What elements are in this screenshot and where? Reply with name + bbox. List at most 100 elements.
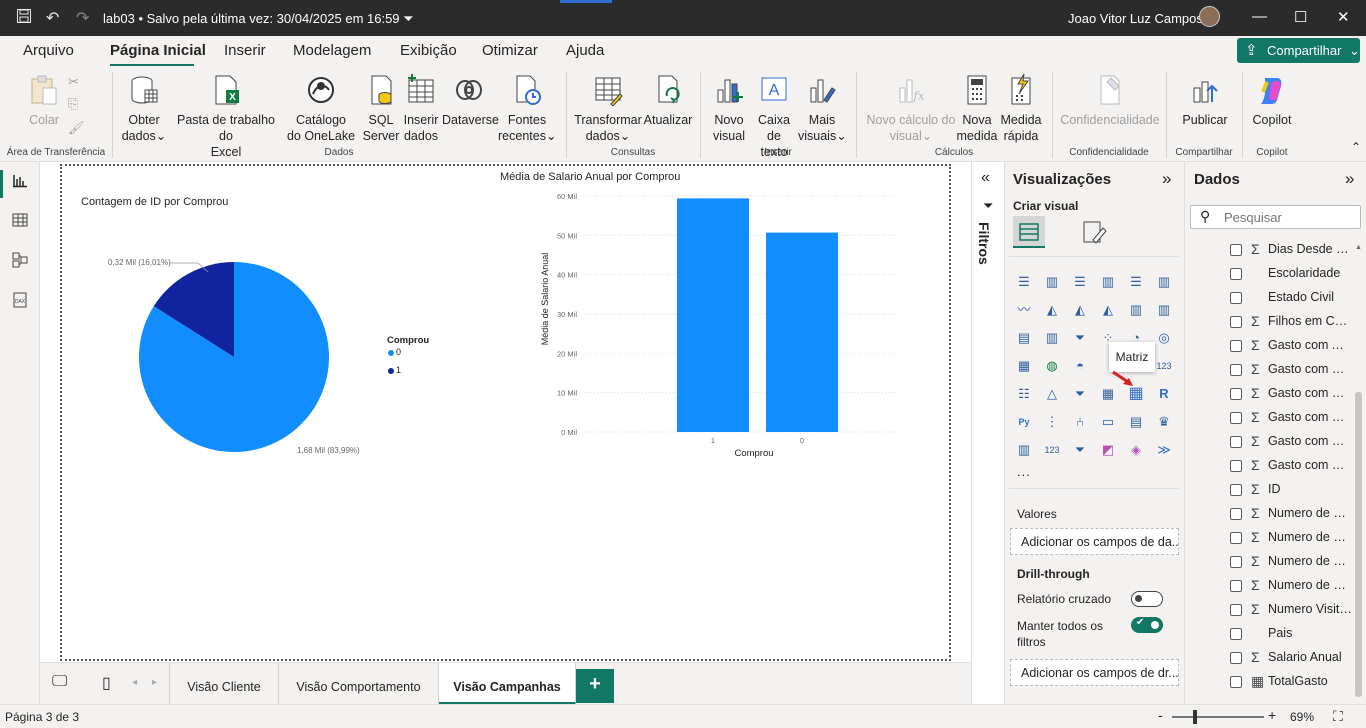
sensitivity-button[interactable]: Confidencialidade [1058, 74, 1162, 128]
python-visual-icon[interactable]: Py [1014, 412, 1034, 432]
zoom-in-button[interactable]: + [1268, 707, 1276, 723]
field-checkbox[interactable] [1230, 292, 1242, 304]
key-influencers-icon[interactable]: ⋮ [1042, 412, 1062, 432]
data-search-box[interactable]: ⚲ Pesquisar [1190, 205, 1361, 229]
slicer-icon[interactable]: ⏷ [1070, 384, 1090, 404]
cross-report-toggle[interactable] [1131, 591, 1163, 607]
100-area-icon[interactable]: ◭ [1098, 300, 1118, 320]
field-checkbox[interactable] [1230, 580, 1242, 592]
redo-icon[interactable]: ↷ [76, 8, 89, 28]
mobile-layout-icon[interactable]: ▯ [102, 673, 111, 693]
page-tab-visao-cliente[interactable]: Visão Cliente [169, 663, 279, 705]
build-visual-tab[interactable] [1013, 216, 1045, 248]
more-visuals-button[interactable]: Mais visuais⌄ [798, 74, 847, 144]
new-visual-calculation-button[interactable]: fx Novo cálculo do visual⌄ [864, 74, 958, 144]
r-visual-icon[interactable]: R [1154, 384, 1174, 404]
field-checkbox[interactable] [1230, 508, 1242, 520]
user-name[interactable]: Joao Vitor Luz Campos [1068, 11, 1203, 26]
field-checkbox[interactable] [1230, 484, 1242, 496]
field-checkbox[interactable] [1230, 412, 1242, 424]
collapse-visualizations-icon[interactable]: » [1162, 169, 1171, 189]
expand-filters-icon[interactable]: « [981, 169, 990, 187]
close-icon[interactable]: ✕ [1337, 8, 1350, 26]
bar[interactable] [677, 198, 749, 432]
recent-sources-button[interactable]: Fontes recentes⌄ [498, 74, 556, 144]
donut-icon[interactable]: ◎ [1154, 328, 1174, 348]
stacked-bar-icon[interactable]: ☰ [1014, 272, 1034, 292]
button-slicer-icon[interactable]: ⏷ [1070, 440, 1090, 460]
get-data-button[interactable]: Obter dados⌄ [120, 74, 168, 144]
field-name[interactable]: Gasto com Ele... [1268, 386, 1352, 406]
zoom-level[interactable]: 69% [1290, 710, 1314, 724]
decomposition-tree-icon[interactable]: ⑃ [1070, 412, 1090, 432]
transform-data-button[interactable]: Transformar dados⌄ [574, 74, 642, 144]
trophy-icon[interactable]: ♛ [1154, 412, 1174, 432]
field-checkbox[interactable] [1230, 436, 1242, 448]
field-name[interactable]: Numero de C... [1268, 530, 1352, 550]
field-name[interactable]: Gasto com Ve... [1268, 458, 1352, 478]
bar-chart[interactable]: 0 Mil 10 Mil 20 Mil 30 Mil 40 Mil 50 Mil 60 Mi… [495, 187, 895, 467]
waterfall-icon[interactable]: ▥ [1042, 328, 1062, 348]
field-checkbox[interactable] [1230, 604, 1242, 616]
zoom-slider-track[interactable] [1172, 716, 1264, 718]
field-checkbox[interactable] [1230, 364, 1242, 376]
copilot-button[interactable]: Copilot [1248, 74, 1296, 128]
add-page-button[interactable]: + [576, 669, 614, 703]
ribbon-chart-icon[interactable]: ▤ [1014, 328, 1034, 348]
collapse-data-icon[interactable]: » [1345, 169, 1354, 189]
field-checkbox[interactable] [1230, 460, 1242, 472]
field-name[interactable]: Numero de C... [1268, 506, 1352, 526]
field-checkbox[interactable] [1230, 268, 1242, 280]
treemap-icon[interactable]: ▦ [1014, 356, 1034, 376]
field-checkbox[interactable] [1230, 628, 1242, 640]
field-name[interactable]: Numero Visita... [1268, 602, 1352, 622]
100-bar-icon[interactable]: ☰ [1126, 272, 1146, 292]
field-name[interactable]: Numero de C... [1268, 578, 1352, 598]
multi-row-card-icon[interactable]: ☷ [1014, 384, 1034, 404]
clustered-column-icon[interactable]: ▥ [1098, 272, 1118, 292]
100-column-icon[interactable]: ▥ [1154, 272, 1174, 292]
field-name[interactable]: Estado Civil [1268, 290, 1352, 310]
pie-chart[interactable] [100, 242, 360, 472]
card-new-icon[interactable]: 123 [1042, 440, 1062, 460]
copy-icon[interactable]: ⎘ [68, 96, 78, 112]
field-name[interactable]: Dias Desde Ul... [1268, 242, 1352, 262]
field-name[interactable]: TotalGasto [1268, 674, 1352, 694]
kpi-icon[interactable]: △ [1042, 384, 1062, 404]
more-visuals-icon[interactable]: ... [1017, 464, 1031, 479]
clustered-bar-icon[interactable]: ☰ [1070, 272, 1090, 292]
quick-measure-button[interactable]: Medida rápida [998, 74, 1044, 144]
report-view-icon[interactable] [10, 172, 30, 192]
field-name[interactable]: Pais [1268, 626, 1352, 646]
desktop-layout-icon[interactable]: 🖵 [52, 673, 67, 691]
sql-server-button[interactable]: SQL Server [362, 74, 400, 144]
tab-arquivo[interactable]: Arquivo [23, 42, 74, 59]
onelake-catalog-button[interactable]: Catálogo do OneLake [282, 74, 360, 144]
new-visual-button[interactable]: Novo visual [708, 74, 750, 144]
field-checkbox[interactable] [1230, 340, 1242, 352]
paste-button[interactable]: Colar [26, 74, 62, 128]
tab-ajuda[interactable]: Ajuda [566, 42, 604, 59]
field-checkbox[interactable] [1230, 676, 1242, 688]
map-icon[interactable]: ◍ [1042, 356, 1062, 376]
scroll-left-icon[interactable]: ◂ [132, 677, 137, 688]
stacked-area-icon[interactable]: ◭ [1070, 300, 1090, 320]
maximize-icon[interactable]: ☐ [1294, 8, 1307, 26]
model-view-icon[interactable] [10, 252, 30, 272]
field-name[interactable]: Salario Anual [1268, 650, 1352, 670]
tab-exibicao[interactable]: Exibição [400, 42, 457, 59]
field-name[interactable]: Gasto com Ali... [1268, 338, 1352, 358]
zoom-slider-thumb[interactable] [1193, 710, 1197, 724]
page-tab-visao-comportamento[interactable]: Visão Comportamento [279, 663, 439, 705]
field-checkbox[interactable] [1230, 652, 1242, 664]
tab-modelagem[interactable]: Modelagem [293, 42, 371, 59]
field-name[interactable]: Gasto com Bri... [1268, 362, 1352, 382]
undo-icon[interactable]: ↶ [46, 8, 59, 28]
fit-to-page-icon[interactable]: ⛶ [1333, 708, 1343, 725]
tab-otimizar[interactable]: Otimizar [482, 42, 538, 59]
field-checkbox[interactable] [1230, 556, 1242, 568]
dataverse-button[interactable]: Dataverse [442, 74, 499, 128]
tab-inserir[interactable]: Inserir [224, 42, 266, 59]
card-icon[interactable]: 123 [1154, 356, 1174, 376]
new-measure-button[interactable]: Nova medida [956, 74, 998, 144]
